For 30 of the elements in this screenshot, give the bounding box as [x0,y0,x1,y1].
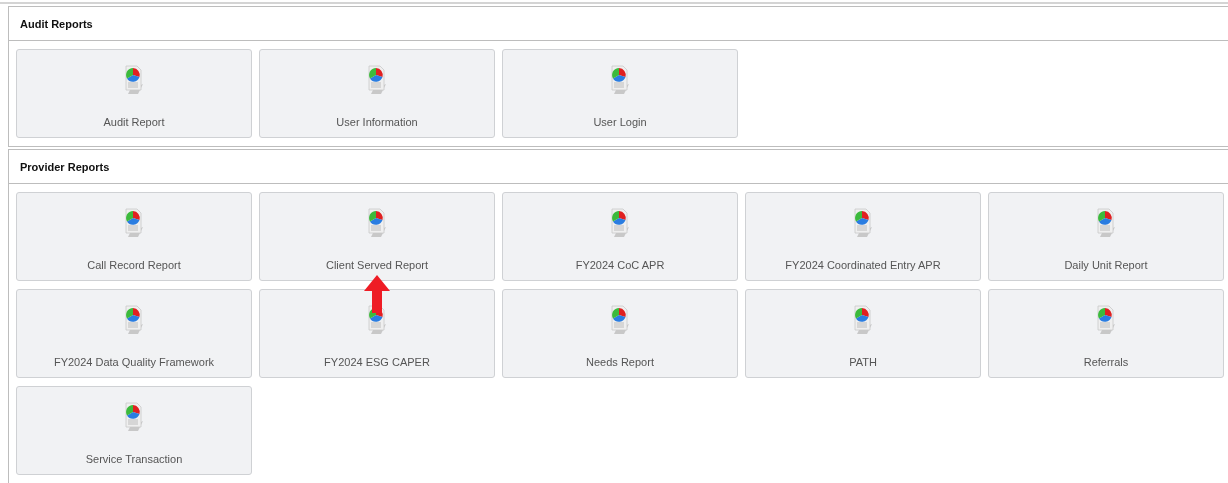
report-chart-icon [366,207,388,237]
section-title: Provider Reports [20,160,110,173]
report-tile[interactable]: User Login [502,49,738,138]
report-chart-icon [123,401,145,431]
report-tile[interactable]: Client Served Report [259,192,495,281]
report-tile[interactable]: Daily Unit Report [988,192,1224,281]
report-chart-icon [609,207,631,237]
report-tile[interactable]: FY2024 ESG CAPER [259,289,495,378]
report-chart-icon [366,64,388,94]
report-tile[interactable]: FY2024 Coordinated Entry APR [745,192,981,281]
report-tile[interactable]: Audit Report [16,49,252,138]
report-chart-icon [123,304,145,334]
report-tile[interactable]: Needs Report [502,289,738,378]
report-tile[interactable]: Service Transaction [16,386,252,475]
report-chart-icon [366,304,388,334]
report-tile[interactable]: Call Record Report [16,192,252,281]
report-tile[interactable]: FY2024 CoC APR [502,192,738,281]
report-tile[interactable]: PATH [745,289,981,378]
report-chart-icon [609,304,631,334]
section-title: Audit Reports [20,17,93,30]
report-chart-icon [609,64,631,94]
report-chart-icon [1095,304,1117,334]
report-tile[interactable]: FY2024 Data Quality Framework [16,289,252,378]
report-chart-icon [852,304,874,334]
report-chart-icon [123,64,145,94]
report-chart-icon [1095,207,1117,237]
report-tile[interactable]: Referrals [988,289,1224,378]
report-chart-icon [852,207,874,237]
report-chart-icon [123,207,145,237]
report-tile[interactable]: User Information [259,49,495,138]
